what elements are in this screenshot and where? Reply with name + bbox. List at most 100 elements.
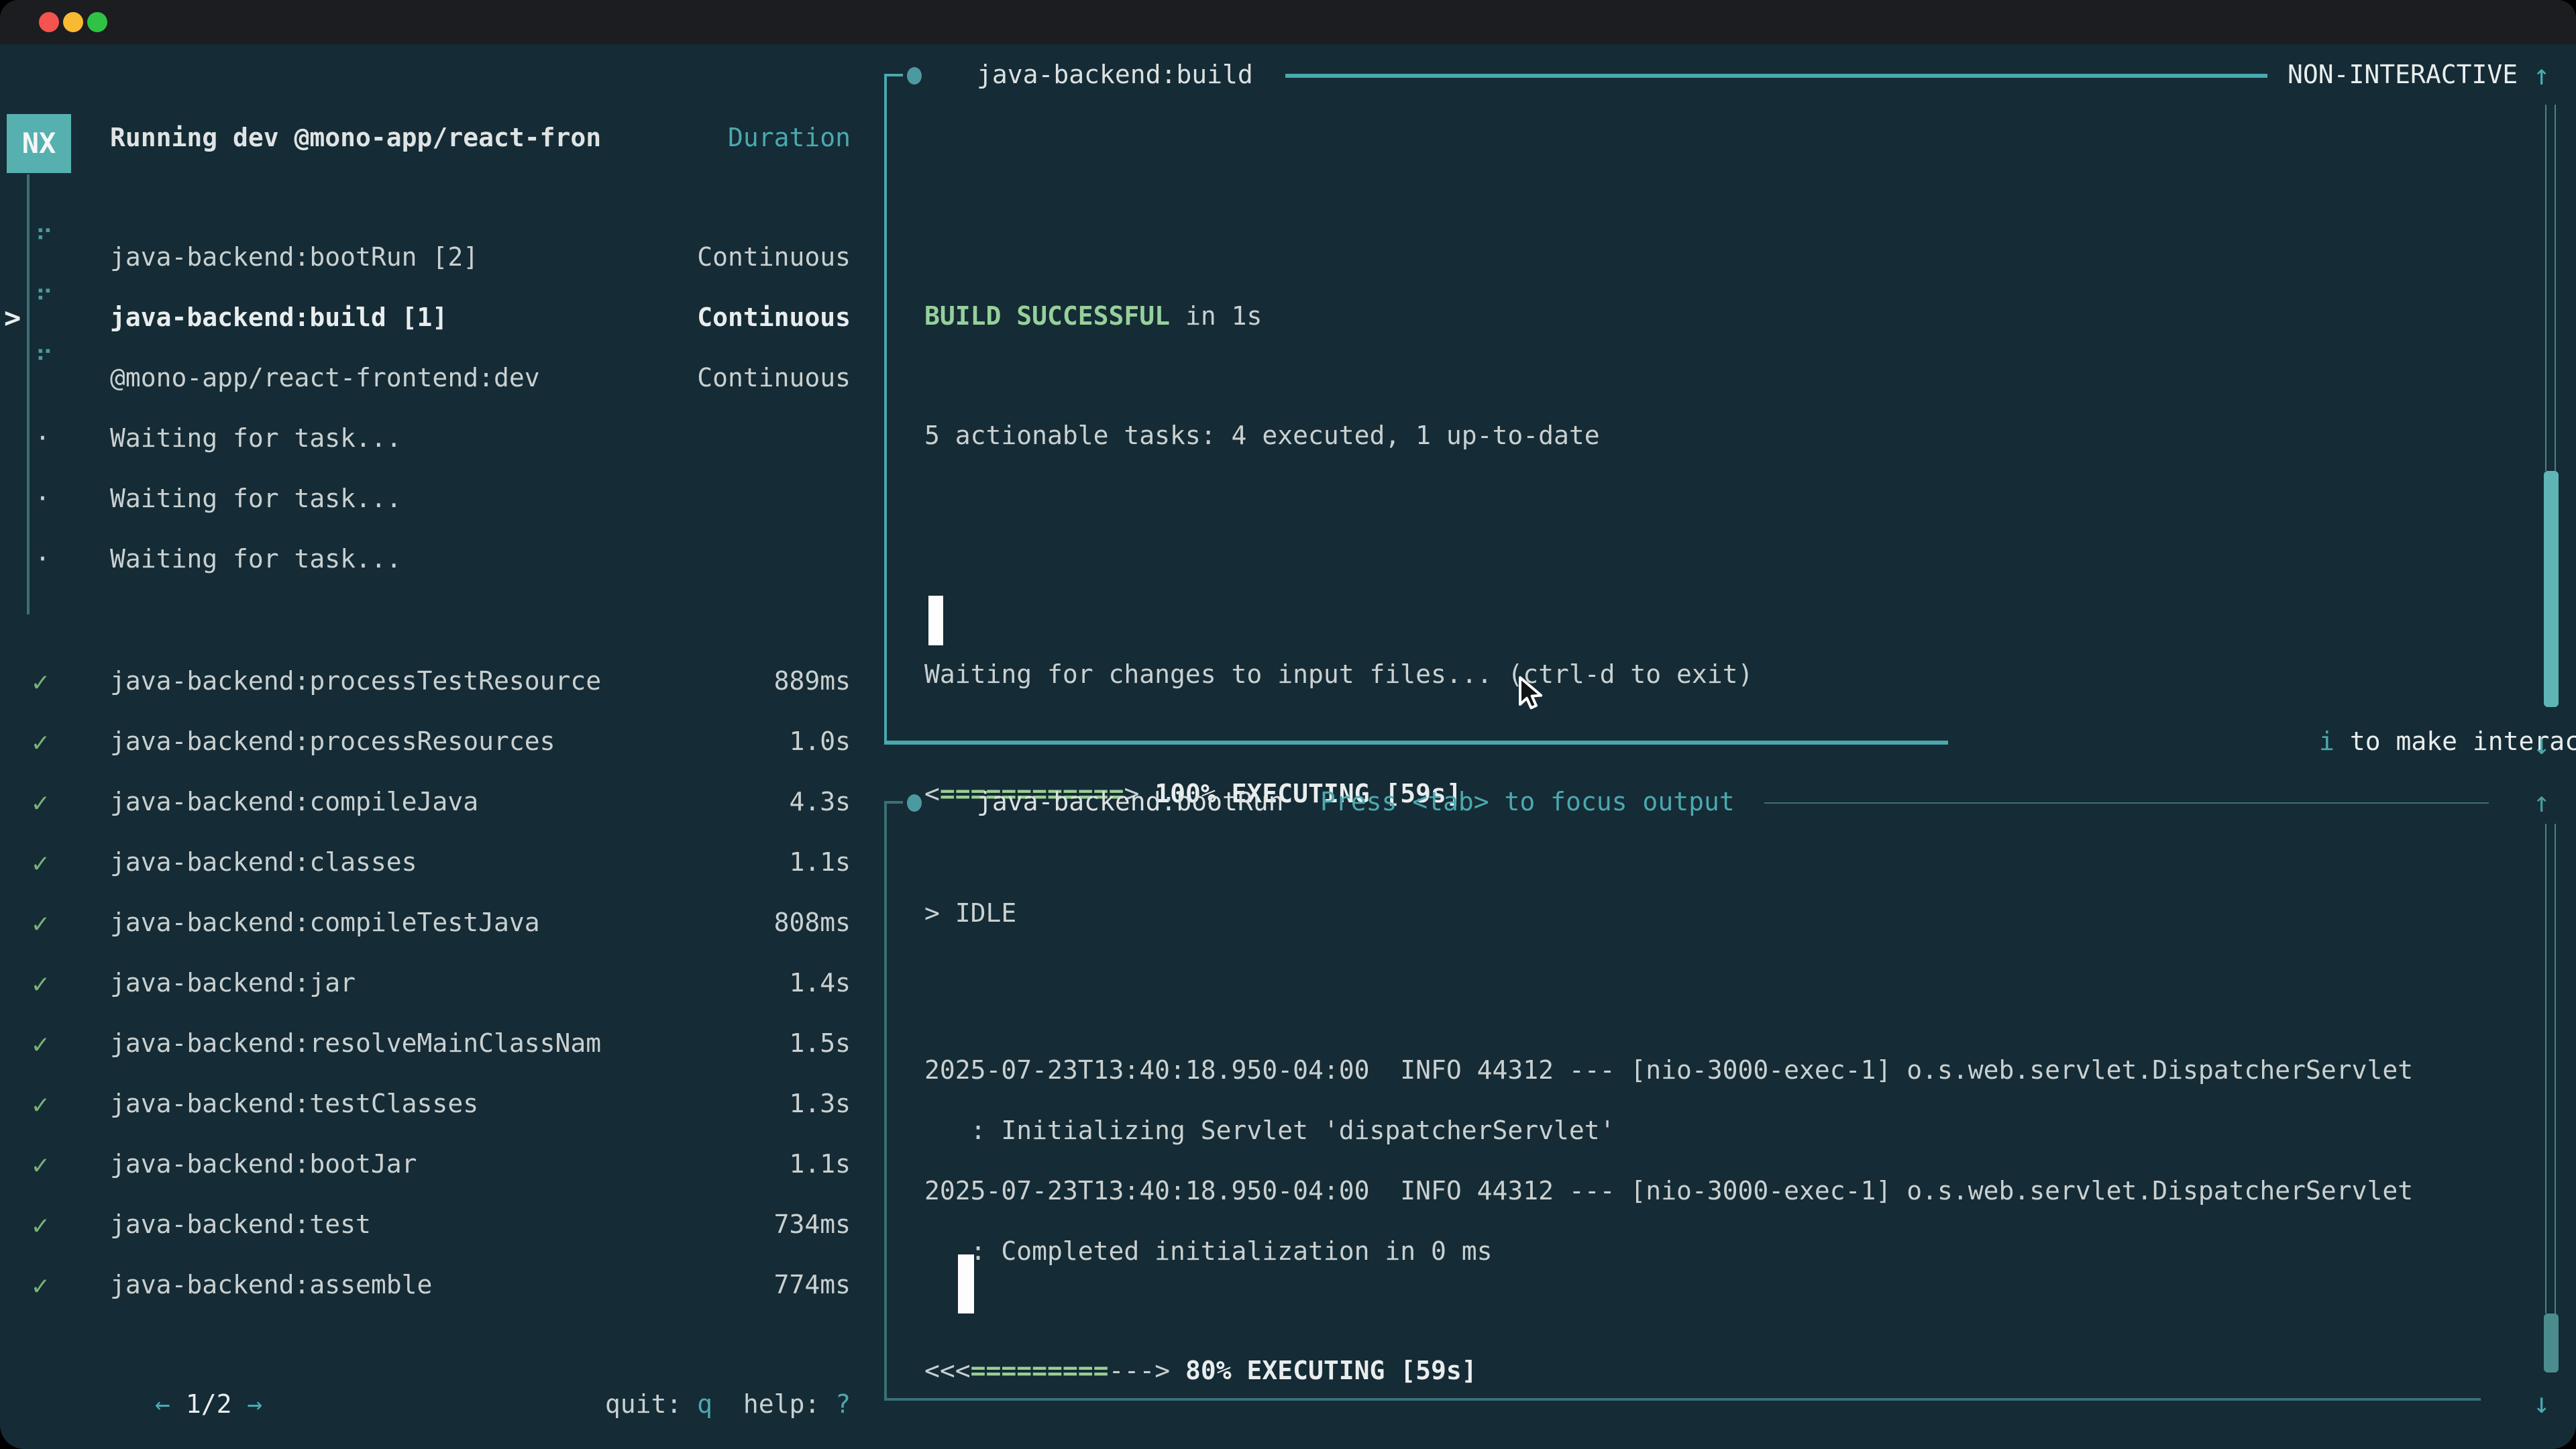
task-row[interactable]: · Waiting for task... — [0, 468, 885, 529]
bootrun-panel-bullet-icon — [907, 794, 922, 812]
close-window-button[interactable] — [39, 12, 59, 32]
build-scrollbar-thumb[interactable] — [2544, 471, 2559, 707]
build-panel-output: BUILD SUCCESSFUL in 1s 5 actionable task… — [924, 227, 1753, 1002]
task-name: java-backend:bootJar — [110, 1149, 417, 1179]
check-icon: ✓ — [32, 1269, 48, 1301]
build-result-line: BUILD SUCCESSFUL in 1s — [924, 286, 1753, 346]
check-icon: ✓ — [32, 846, 48, 878]
quit-key[interactable]: q — [697, 1390, 712, 1419]
log-line: : Initializing Servlet 'dispatcherServle… — [924, 1100, 2413, 1161]
scroll-down-icon[interactable]: ↓ — [2533, 1387, 2550, 1419]
build-waiting-line: Waiting for changes to input files... (c… — [924, 644, 1753, 704]
nx-logo: NX — [7, 114, 71, 173]
build-panel-bottom-border — [884, 741, 1948, 745]
check-icon: ✓ — [32, 1027, 48, 1059]
task-row[interactable]: · Waiting for task... — [0, 529, 885, 589]
task-row[interactable]: · Waiting for task... — [0, 408, 885, 468]
task-status: Continuous — [697, 363, 851, 392]
build-panel-left-border — [884, 74, 887, 743]
task-row[interactable]: ✓ java-backend:assemble 774ms — [0, 1254, 885, 1315]
task-status: Continuous — [697, 303, 851, 332]
pager-prev-icon[interactable]: ← — [155, 1390, 170, 1419]
scroll-up-icon[interactable]: ↑ — [2533, 786, 2550, 818]
build-time: in 1s — [1170, 301, 1262, 331]
task-name: Waiting for task... — [110, 544, 402, 574]
task-row[interactable]: ✓ java-backend:processResources 1.0s — [0, 711, 885, 771]
interactive-hint-key[interactable]: i — [2319, 727, 2334, 757]
task-state-icon: ⠋ — [35, 285, 54, 315]
help-key[interactable]: ? — [835, 1390, 851, 1419]
bootrun-progress-line: <<<=========---> 80% EXECUTING [59s] — [924, 1340, 2413, 1401]
check-icon: ✓ — [32, 906, 48, 938]
selected-task-chevron-icon: > — [4, 301, 21, 333]
log-line: : Completed initialization in 0 ms — [924, 1221, 2413, 1281]
task-state-icon: · — [35, 484, 50, 513]
check-icon: ✓ — [32, 1148, 48, 1180]
bootrun-panel-corner-line — [884, 801, 903, 803]
task-row[interactable]: ✓ java-backend:jar 1.4s — [0, 953, 885, 1013]
build-summary-line: 5 actionable tasks: 4 executed, 1 up-to-… — [924, 405, 1753, 466]
interactive-hint: i to make interactive — [2196, 698, 2576, 786]
progress-fill: ========= — [971, 1356, 1109, 1385]
task-row[interactable]: ✓ java-backend:bootJar 1.1s — [0, 1134, 885, 1194]
task-row[interactable]: ✓ java-backend:compileJava 4.3s — [0, 771, 885, 832]
scroll-down-icon[interactable]: ↓ — [2533, 729, 2550, 761]
window-titlebar — [0, 0, 2576, 44]
pager-next-icon[interactable]: → — [247, 1390, 262, 1419]
task-row[interactable]: ✓ java-backend:test 734ms — [0, 1194, 885, 1254]
pager-label: 1/2 — [186, 1390, 232, 1419]
task-row[interactable]: ✓ java-backend:testClasses 1.3s — [0, 1073, 885, 1134]
task-state-icon: · — [35, 423, 50, 453]
task-duration: 1.3s — [789, 1089, 851, 1118]
zoom-window-button[interactable] — [87, 12, 107, 32]
task-row[interactable]: ✓ java-backend:processTestResource 889ms — [0, 651, 885, 711]
bootrun-log-lines: 2025-07-23T13:40:18.950-04:00 INFO 44312… — [924, 951, 2413, 1281]
task-state-icon: · — [35, 544, 50, 574]
check-icon: ✓ — [32, 1208, 48, 1240]
task-duration: 808ms — [774, 908, 851, 937]
bootrun-panel-title[interactable]: java-backend:bootRun — [977, 788, 1284, 817]
build-panel-corner-line — [884, 74, 903, 76]
task-name: java-backend:assemble — [110, 1270, 432, 1299]
task-row[interactable]: ⠋ java-backend:bootRun [2] Continuous — [0, 227, 885, 287]
task-row[interactable]: ✓ java-backend:resolveMainClassNam 1.5s — [0, 1013, 885, 1073]
task-state-icon: ⠋ — [35, 225, 54, 254]
task-name: java-backend:resolveMainClassNam — [110, 1028, 601, 1058]
progress-label: 80% EXECUTING [59s] — [1185, 1356, 1477, 1385]
task-name: java-backend:jar — [110, 968, 356, 998]
scroll-up-icon[interactable]: ↑ — [2533, 59, 2550, 91]
help-label: help: — [712, 1390, 835, 1419]
progress-dashes: --- — [1109, 1356, 1155, 1385]
log-line: 2025-07-23T13:40:18.950-04:00 INFO 44312… — [924, 1161, 2413, 1221]
bootrun-scrollbar-thumb[interactable] — [2544, 1313, 2559, 1373]
task-name: Waiting for task... — [110, 484, 402, 513]
task-name: java-backend:bootRun [2] — [110, 242, 478, 272]
log-line: 2025-07-23T13:40:18.950-04:00 INFO 44312… — [924, 1040, 2413, 1100]
screen: NX Running dev @mono-app/react-fron Dura… — [0, 0, 2576, 1449]
pager-position — [170, 1390, 186, 1419]
running-task-list: ⠋ java-backend:bootRun [2] Continuous > … — [0, 227, 885, 589]
task-name: java-backend:test — [110, 1210, 371, 1239]
task-row[interactable]: ⠋ @mono-app/react-frontend:dev Continuou… — [0, 347, 885, 408]
build-panel-title[interactable]: java-backend:build — [977, 60, 1253, 90]
task-duration: 1.1s — [789, 1149, 851, 1179]
task-name: java-backend:processResources — [110, 727, 555, 756]
blank-line — [924, 525, 1753, 585]
task-duration: 1.5s — [789, 1028, 851, 1058]
task-name: java-backend:processTestResource — [110, 666, 601, 696]
task-row[interactable]: ✓ java-backend:classes 1.1s — [0, 832, 885, 892]
task-row[interactable]: ✓ java-backend:compileTestJava 808ms — [0, 892, 885, 953]
bootrun-scrollbar-track[interactable] — [2545, 824, 2556, 1313]
build-scrollbar-track[interactable] — [2545, 105, 2556, 471]
bootrun-focus-hint: Press <tab> to focus output — [1320, 788, 1735, 817]
minimize-window-button[interactable] — [63, 12, 83, 32]
task-name: java-backend:testClasses — [110, 1089, 478, 1118]
build-panel-bullet-icon — [907, 67, 922, 85]
build-panel-header-line — [1285, 74, 2267, 77]
progress-cap-left: <<< — [924, 1356, 971, 1385]
task-row[interactable]: > ⠋ java-backend:build [1] Continuous — [0, 287, 885, 347]
build-status: BUILD SUCCESSFUL — [924, 301, 1170, 331]
task-name: java-backend:compileJava — [110, 787, 478, 816]
terminal-window: NX Running dev @mono-app/react-fron Dura… — [0, 0, 2576, 1449]
task-duration: 889ms — [774, 666, 851, 696]
